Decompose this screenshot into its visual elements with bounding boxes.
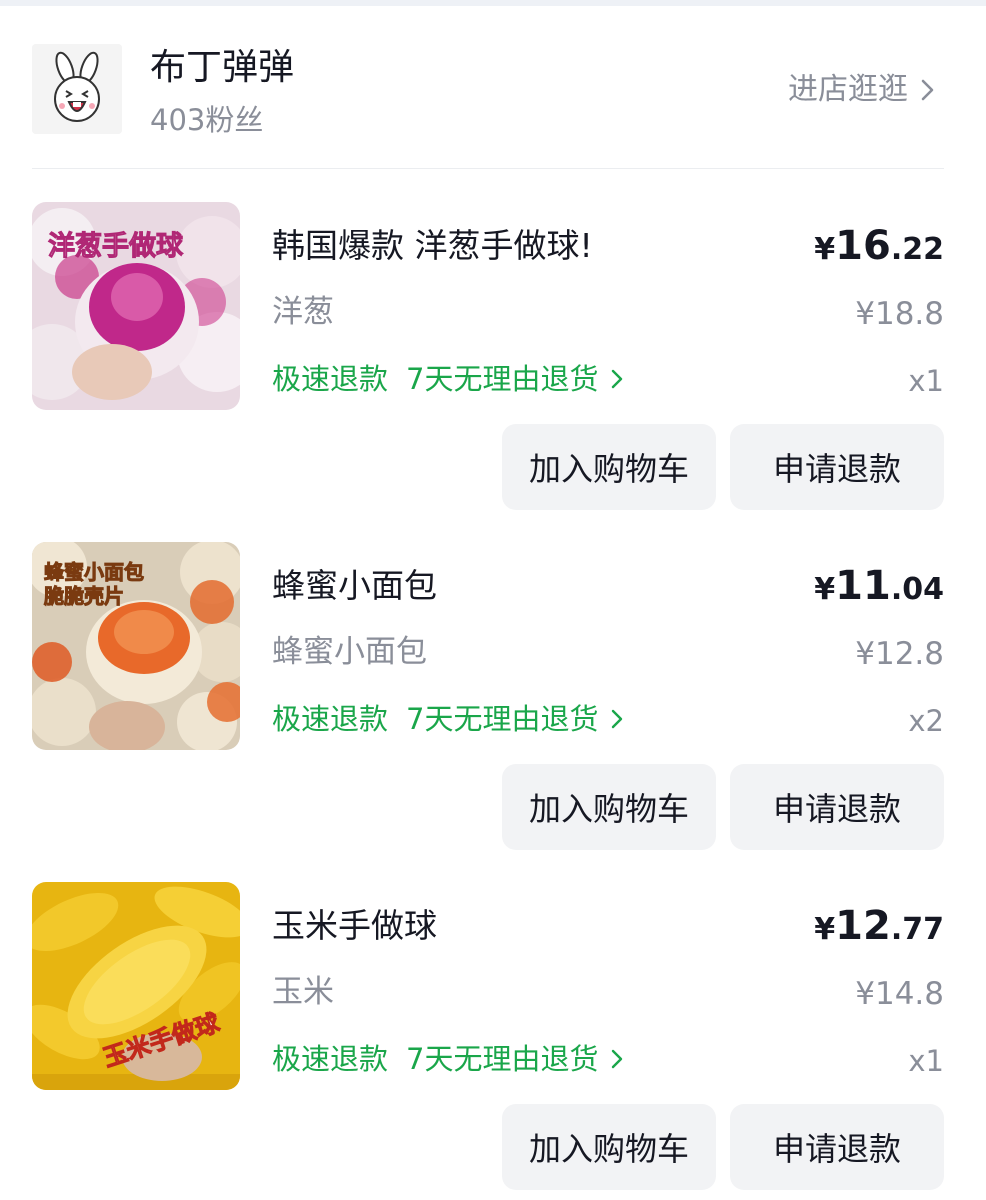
paid-price: ¥16.22	[814, 222, 944, 278]
request-refund-button[interactable]: 申请退款	[730, 424, 944, 510]
shop-name[interactable]: 布丁弹弹	[150, 46, 294, 90]
return-policy-tag: 7天无理由退货	[406, 362, 599, 396]
product-thumbnail[interactable]: 玉米手做球	[32, 882, 240, 1090]
price-symbol: ¥	[814, 572, 836, 607]
original-price: ¥12.8	[855, 636, 944, 672]
order-item: 玉米手做球 玉米手做球 玉米 极速退款 7天无理由退货 ¥12.77 ¥14.8…	[32, 882, 944, 1200]
price-symbol: ¥	[814, 912, 836, 947]
fast-refund-tag: 极速退款	[272, 702, 389, 736]
divider	[32, 168, 944, 169]
shop-fans-count: 403粉丝	[150, 103, 264, 137]
product-title[interactable]: 玉米手做球	[272, 904, 437, 948]
product-thumbnail[interactable]: 蜂蜜小面包 脆脆壳片	[32, 542, 240, 750]
bunny-avatar-icon	[32, 44, 122, 134]
chevron-right-icon	[612, 369, 623, 389]
thumbnail-caption: 洋葱手做球	[48, 231, 184, 263]
request-refund-button[interactable]: 申请退款	[730, 1104, 944, 1190]
paid-price: ¥11.04	[814, 562, 944, 618]
original-price: ¥18.8	[855, 296, 944, 332]
fast-refund-tag: 极速退款	[272, 1042, 389, 1076]
return-policy-tag: 7天无理由退货	[406, 702, 599, 736]
price-decimal: .22	[890, 232, 944, 267]
quantity: x1	[908, 364, 944, 398]
add-to-cart-button[interactable]: 加入购物车	[502, 424, 716, 510]
price-integer: 11	[835, 563, 891, 609]
chevron-right-icon	[612, 709, 623, 729]
shop-header: 布丁弹弹 403粉丝 进店逛逛	[32, 44, 944, 137]
order-item: 蜂蜜小面包 脆脆壳片 蜂蜜小面包 蜂蜜小面包 极速退款 7天无理由退货 ¥11.…	[32, 542, 944, 862]
visit-store-link[interactable]: 进店逛逛	[788, 72, 940, 108]
product-sku: 洋葱	[272, 294, 334, 330]
visit-store-label: 进店逛逛	[788, 72, 908, 107]
product-sku: 蜂蜜小面包	[272, 634, 427, 670]
price-decimal: .04	[890, 572, 944, 607]
original-price: ¥14.8	[855, 976, 944, 1012]
chevron-right-icon	[921, 79, 934, 101]
product-sku: 玉米	[272, 974, 334, 1010]
price-integer: 12	[835, 903, 891, 949]
order-detail-page: 布丁弹弹 403粉丝 进店逛逛 洋葱手做球 韩国爆款 洋葱手做球! 洋葱 极速退…	[0, 0, 986, 1200]
product-title[interactable]: 蜂蜜小面包	[272, 564, 437, 608]
service-tags[interactable]: 极速退款 7天无理由退货	[272, 360, 628, 398]
price-decimal: .77	[890, 912, 944, 947]
quantity: x2	[908, 704, 944, 738]
product-thumbnail[interactable]: 洋葱手做球	[32, 202, 240, 410]
return-policy-tag: 7天无理由退货	[406, 1042, 599, 1076]
order-item: 洋葱手做球 韩国爆款 洋葱手做球! 洋葱 极速退款 7天无理由退货 ¥16.22…	[32, 202, 944, 522]
paid-price: ¥12.77	[814, 902, 944, 958]
fast-refund-tag: 极速退款	[272, 362, 389, 396]
thumbnail-caption: 蜂蜜小面包 脆脆壳片	[44, 560, 145, 609]
add-to-cart-button[interactable]: 加入购物车	[502, 1104, 716, 1190]
service-tags[interactable]: 极速退款 7天无理由退货	[272, 1040, 628, 1078]
quantity: x1	[908, 1044, 944, 1078]
price-symbol: ¥	[814, 232, 836, 267]
chevron-right-icon	[612, 1049, 623, 1069]
top-edge	[0, 0, 986, 6]
shop-avatar[interactable]	[32, 44, 122, 134]
add-to-cart-button[interactable]: 加入购物车	[502, 764, 716, 850]
service-tags[interactable]: 极速退款 7天无理由退货	[272, 700, 628, 738]
product-title[interactable]: 韩国爆款 洋葱手做球!	[272, 224, 593, 268]
price-integer: 16	[835, 223, 891, 269]
request-refund-button[interactable]: 申请退款	[730, 764, 944, 850]
